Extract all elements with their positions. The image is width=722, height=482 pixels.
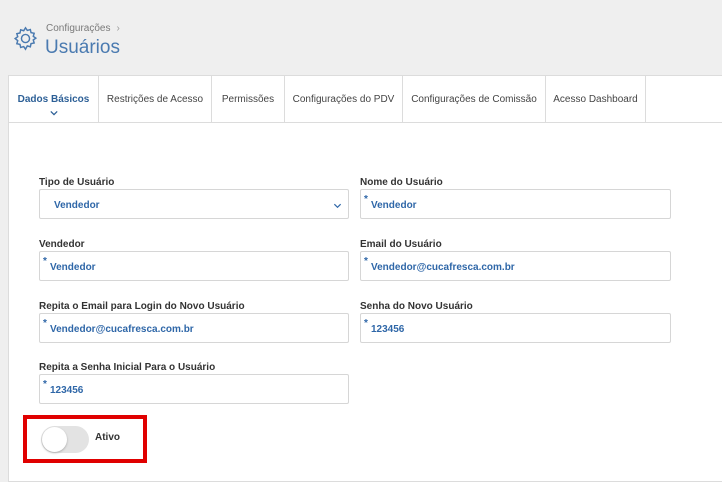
ativo-label: Ativo [95, 432, 120, 443]
chevron-down-icon [333, 203, 342, 209]
repita-senha-label: Repita a Senha Inicial Para o Usuário [39, 362, 216, 373]
tab-label: Restrições de Acesso [106, 93, 204, 105]
nome-usuario-input[interactable]: * Vendedor [360, 189, 671, 219]
senha-label: Senha do Novo Usuário [360, 301, 473, 312]
email-usuario-input[interactable]: * Vendedor@cucafresca.com.br [360, 251, 671, 281]
breadcrumb-configuracoes[interactable]: Configurações [46, 23, 110, 34]
nome-usuario-label: Nome do Usuário [360, 177, 443, 188]
tab-restricoes-acesso[interactable]: Restrições de Acesso [99, 76, 212, 122]
tab-acesso-dashboard[interactable]: Acesso Dashboard [546, 76, 646, 122]
required-mark: * [364, 256, 368, 267]
required-mark: * [364, 318, 368, 329]
tab-permissoes[interactable]: Permissões [212, 76, 285, 122]
gear-icon [13, 26, 38, 51]
repita-senha-value: 123456 [50, 385, 84, 396]
vendedor-value: Vendedor [50, 262, 96, 273]
required-mark: * [364, 194, 368, 205]
chevron-down-icon [49, 110, 58, 116]
tipo-usuario-select[interactable]: Vendedor [39, 189, 349, 219]
repita-email-value: Vendedor@cucafresca.com.br [50, 324, 194, 335]
tab-configuracoes-comissao[interactable]: Configurações de Comissão [403, 76, 546, 122]
page-header: Configurações › Usuários [0, 0, 722, 74]
toggle-knob [42, 427, 67, 452]
email-usuario-label: Email do Usuário [360, 239, 442, 250]
tab-label: Configurações do PDV [292, 93, 395, 105]
ativo-highlight-box: Ativo [23, 415, 147, 463]
senha-value: 123456 [371, 324, 405, 335]
tab-dados-basicos[interactable]: Dados Básicos [9, 76, 99, 122]
tab-configuracoes-pdv[interactable]: Configurações do PDV [285, 76, 403, 122]
nome-usuario-value: Vendedor [371, 200, 417, 211]
required-mark: * [43, 256, 47, 267]
vendedor-input[interactable]: * Vendedor [39, 251, 349, 281]
tab-label: Permissões [221, 93, 275, 105]
tab-bar: Dados Básicos Restrições de Acesso Permi… [9, 76, 722, 123]
repita-senha-input[interactable]: * 123456 [39, 374, 349, 404]
tab-label: Acesso Dashboard [553, 93, 638, 105]
required-mark: * [43, 379, 47, 390]
email-usuario-value: Vendedor@cucafresca.com.br [371, 262, 515, 273]
tipo-usuario-value: Vendedor [54, 200, 100, 211]
required-mark: * [43, 318, 47, 329]
vendedor-label: Vendedor [39, 239, 85, 250]
repita-email-label: Repita o Email para Login do Novo Usuári… [39, 301, 245, 312]
page-title: Usuários [45, 37, 120, 58]
tipo-usuario-label: Tipo de Usuário [39, 177, 115, 188]
tab-label: Dados Básicos [17, 93, 90, 105]
chevron-right-icon: › [116, 23, 120, 34]
tab-label: Configurações de Comissão [411, 93, 537, 105]
ativo-toggle[interactable] [41, 426, 89, 453]
senha-input[interactable]: * 123456 [360, 313, 671, 343]
repita-email-input[interactable]: * Vendedor@cucafresca.com.br [39, 313, 349, 343]
breadcrumb: Configurações › [46, 23, 120, 34]
